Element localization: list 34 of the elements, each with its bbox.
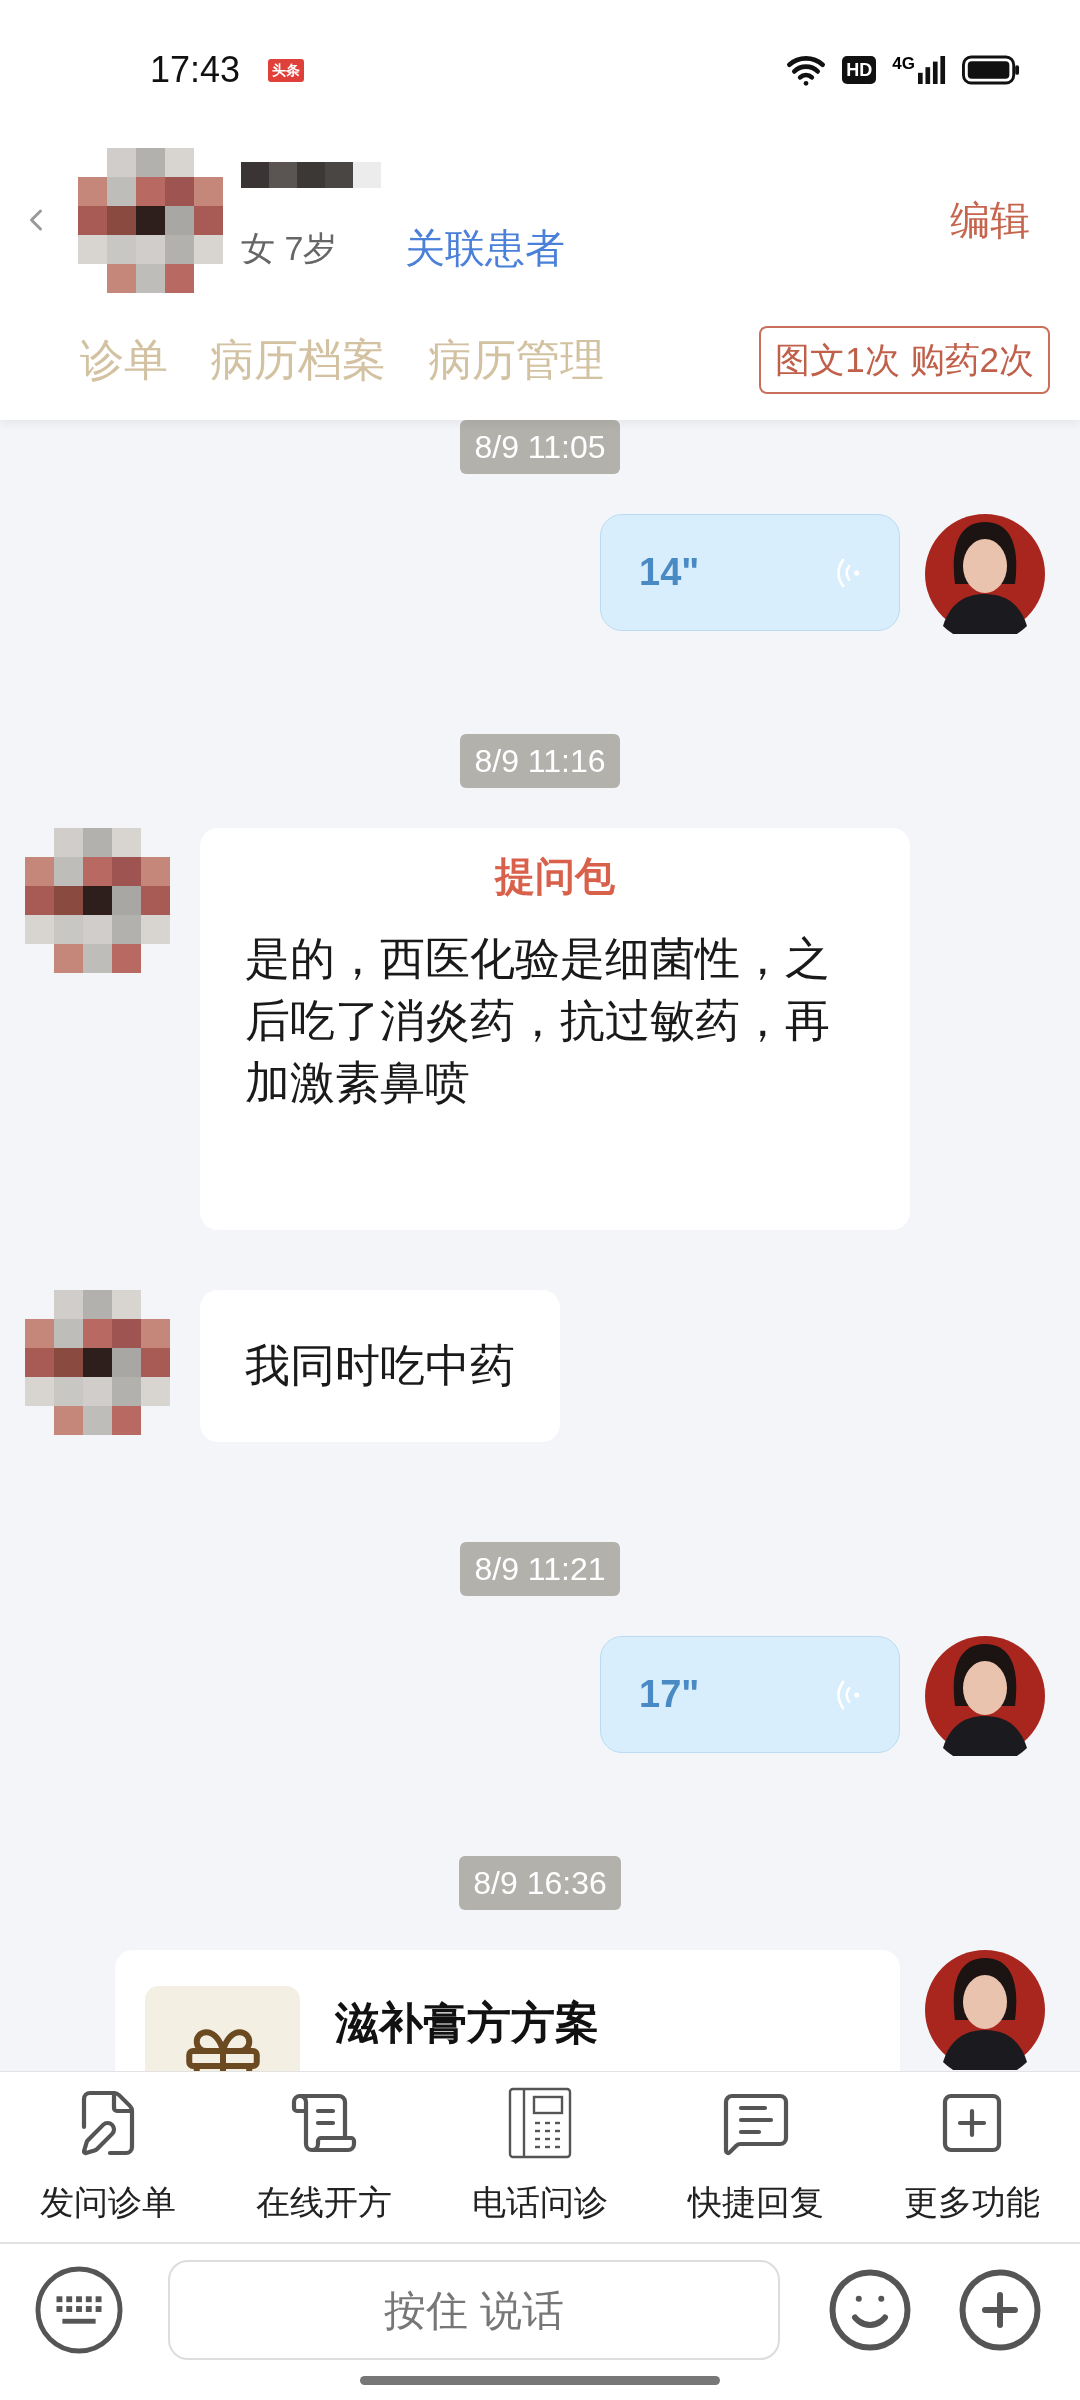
- toolbar-button[interactable]: 更多功能: [864, 2072, 1080, 2242]
- toolbar-button[interactable]: 在线开方: [216, 2072, 432, 2242]
- timestamp: 8/9 11:05: [460, 420, 620, 474]
- timestamp: 8/9 11:16: [460, 734, 620, 788]
- network-label: 4G: [892, 55, 915, 73]
- signal-icon: [918, 55, 946, 85]
- avatar-icon: [925, 514, 1045, 634]
- link-patient-link[interactable]: 关联患者: [405, 218, 566, 278]
- battery-icon: [962, 55, 1020, 85]
- timestamp: 8/9 11:21: [460, 1542, 620, 1596]
- plan-card[interactable]: 滋补膏方方案: [115, 1950, 900, 2071]
- voice-message[interactable]: 17": [600, 1636, 900, 1753]
- timestamp: 8/9 16:36: [459, 1856, 621, 1910]
- patient-info: 女 7岁: [241, 227, 338, 269]
- keyboard-icon[interactable]: [35, 2266, 123, 2354]
- service-tag: 图文1次 购药2次: [759, 325, 1050, 395]
- app-badge: 头条: [268, 58, 305, 82]
- desk-phone-icon: [508, 2086, 572, 2159]
- message-bubble: 我同时吃中药: [200, 1290, 560, 1442]
- hd-icon: HD: [842, 56, 877, 84]
- toolbar-button[interactable]: 发问诊单: [0, 2072, 216, 2242]
- status-time: 17:43: [150, 48, 241, 92]
- bubble-title: 提问包: [493, 853, 616, 900]
- toolbar-button[interactable]: 电话问诊: [432, 2072, 648, 2242]
- avatar-icon: [925, 1636, 1045, 1756]
- avatar-icon: [925, 1950, 1045, 2070]
- edit-link[interactable]: 编辑: [950, 190, 1030, 250]
- voice-duration: 17": [639, 1672, 700, 1717]
- voice-duration: 14": [639, 550, 700, 595]
- hold-to-talk-button[interactable]: 按住 说话: [168, 2260, 780, 2360]
- voice-message[interactable]: 14": [600, 514, 900, 631]
- message-text: 是的，西医化验是细菌性，之后吃了消炎药，抗过敏药，再加激素鼻喷: [245, 932, 831, 1110]
- toolbar-button[interactable]: 快捷回复: [648, 2072, 864, 2242]
- card-title: 滋补膏方方案: [335, 1997, 599, 2049]
